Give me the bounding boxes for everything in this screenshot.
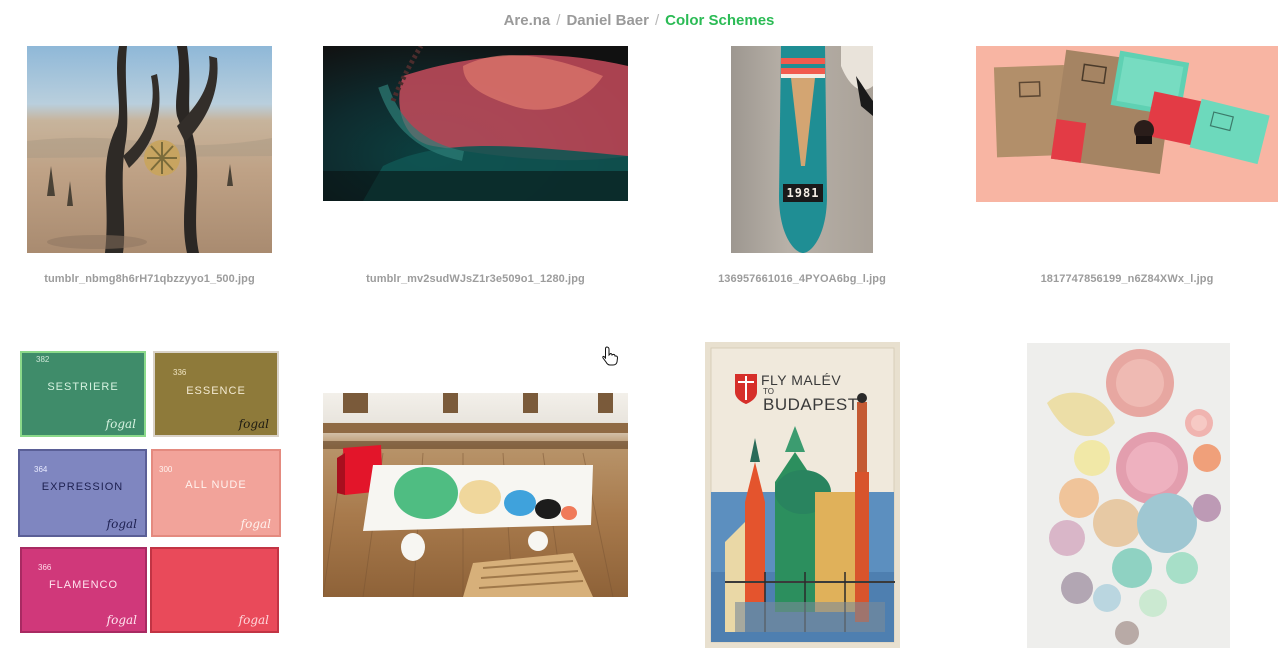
fogal-number: 300	[159, 465, 173, 474]
fogal-name: ESSENCE	[186, 385, 246, 397]
block-image-poster[interactable]: FLY MALÉV TO BUDAPEST	[705, 342, 900, 648]
fogal-name: ALL NUDE	[185, 479, 247, 491]
block-image-figure[interactable]: tumblr_mv2sudWJsZ1r3e509o1_1280.jpg	[323, 46, 628, 285]
figure-image	[323, 46, 628, 201]
block-image-fogal[interactable]: 382 SESTRIERE fogal 336 ESSENCE fogal 36…	[18, 351, 281, 639]
block-image-skateboard[interactable]: 1981 136957661016_4PYOA6bg_l.jpg	[718, 46, 886, 285]
fogal-number: 382	[36, 355, 50, 364]
fogal-brand: fogal	[105, 417, 136, 431]
breadcrumb-separator: /	[655, 12, 660, 29]
fogal-name: EXPRESSION	[41, 481, 124, 493]
stationery-image	[976, 46, 1278, 202]
fogal-box: 382 SESTRIERE fogal	[20, 351, 146, 437]
block-caption: 1817747856199_n6Z84XWx_l.jpg	[1040, 273, 1214, 285]
fogal-brand: fogal	[106, 613, 137, 627]
breadcrumb-daniel-baer[interactable]: Daniel Baer	[566, 12, 649, 29]
fogal-box: 336 ESSENCE fogal	[153, 351, 279, 437]
room-image	[323, 393, 628, 597]
fogal-box: 364 EXPRESSION fogal	[18, 449, 147, 537]
block-image-bowls[interactable]	[1027, 343, 1230, 648]
breadcrumb-current-channel[interactable]: Color Schemes	[665, 12, 774, 29]
fogal-name: FLAMENCO	[48, 579, 119, 591]
fogal-brand: fogal	[240, 517, 271, 531]
block-caption: tumblr_mv2sudWJsZ1r3e509o1_1280.jpg	[366, 273, 585, 285]
bowls-image	[1027, 343, 1230, 648]
block-image-desert[interactable]: tumblr_nbmg8h6rH71qbzzyyo1_500.jpg	[27, 46, 272, 285]
fogal-grid: 382 SESTRIERE fogal 336 ESSENCE fogal 36…	[18, 351, 281, 639]
block-image-room[interactable]	[323, 393, 628, 597]
fogal-box: fogal	[150, 547, 279, 633]
poster-image: FLY MALÉV TO BUDAPEST	[705, 342, 900, 648]
breadcrumb: Are.na / Daniel Baer / Color Schemes	[0, 12, 1278, 29]
fogal-number: 366	[38, 563, 52, 572]
fogal-box: 300 ALL NUDE fogal	[151, 449, 281, 537]
hand-cursor-icon	[602, 346, 619, 371]
desert-image	[27, 46, 272, 253]
poster-line1: FLY MALÉV	[761, 372, 842, 388]
block-image-stationery[interactable]: 1817747856199_n6Z84XWx_l.jpg	[976, 46, 1278, 285]
fogal-brand: fogal	[238, 613, 269, 627]
poster-line3: BUDAPEST	[763, 395, 859, 414]
breadcrumb-are-na[interactable]: Are.na	[504, 12, 551, 29]
fogal-box: 366 FLAMENCO fogal	[20, 547, 147, 633]
fogal-brand: fogal	[106, 517, 137, 531]
fogal-number: 336	[173, 368, 187, 377]
breadcrumb-separator: /	[556, 12, 561, 29]
skateboard-year: 1981	[786, 186, 820, 200]
skateboard-image: 1981	[731, 46, 873, 253]
fogal-name: SESTRIERE	[47, 381, 119, 393]
fogal-number: 364	[34, 465, 48, 474]
fogal-brand: fogal	[238, 417, 269, 431]
block-caption: tumblr_nbmg8h6rH71qbzzyyo1_500.jpg	[44, 273, 255, 285]
block-caption: 136957661016_4PYOA6bg_l.jpg	[718, 273, 886, 285]
